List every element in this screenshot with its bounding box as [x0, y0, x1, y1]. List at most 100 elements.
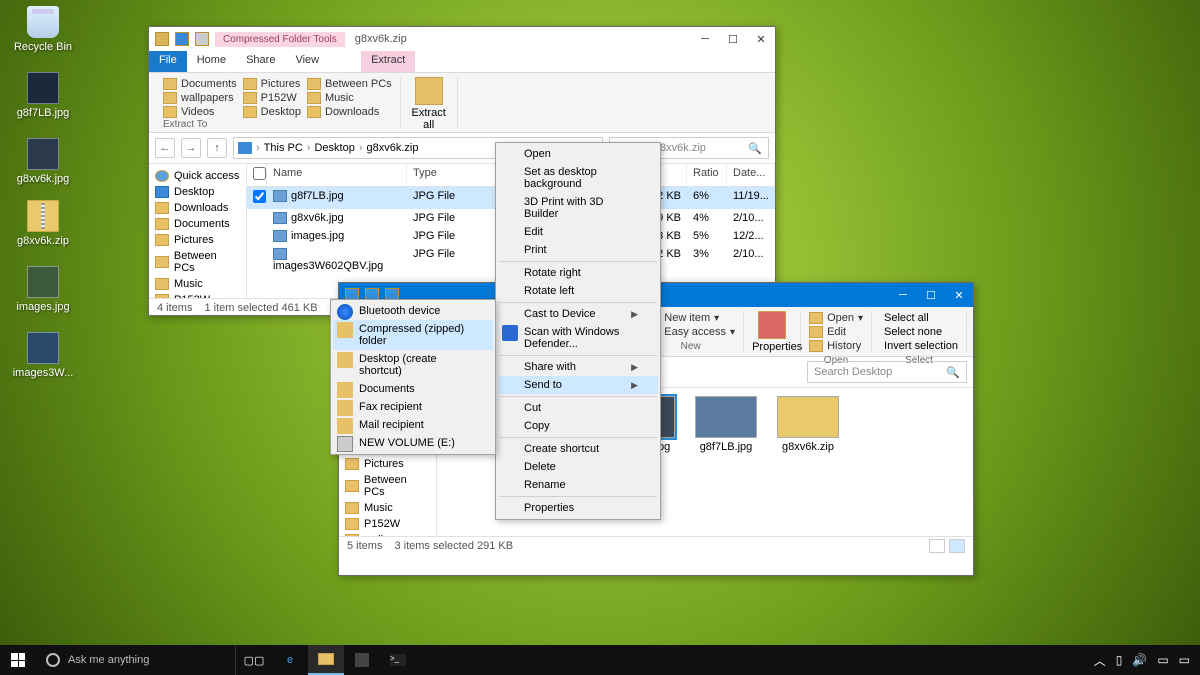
maximize-button[interactable]: ☐: [917, 283, 945, 307]
menu-item[interactable]: Edit: [498, 223, 658, 241]
menu-item[interactable]: Bluetooth device: [333, 302, 493, 320]
nav-item[interactable]: Between PCs: [339, 472, 436, 500]
desktop-icon[interactable]: Recycle Bin: [8, 6, 78, 53]
grid-item[interactable]: g8f7LB.jpg: [691, 396, 761, 453]
menu-item[interactable]: Scan with Windows Defender...: [498, 323, 658, 353]
terminal-icon[interactable]: >_: [380, 645, 416, 675]
context-menu[interactable]: OpenSet as desktop background3D Print wi…: [495, 142, 661, 520]
tab-home[interactable]: Home: [187, 51, 236, 72]
extract-target[interactable]: Between PCs: [307, 77, 392, 91]
select-none-button[interactable]: Select none: [880, 325, 958, 339]
task-view-button[interactable]: ▢▢: [236, 645, 272, 675]
tab-view[interactable]: View: [285, 51, 329, 72]
input-icon[interactable]: ▭: [1157, 653, 1168, 667]
forward-button[interactable]: →: [181, 138, 201, 158]
extract-target[interactable]: Downloads: [307, 105, 392, 119]
network-icon[interactable]: ▯: [1116, 653, 1123, 667]
nav-item[interactable]: P152W: [339, 516, 436, 532]
menu-item[interactable]: Mail recipient: [333, 416, 493, 434]
history-button[interactable]: History: [809, 339, 863, 353]
extract-all-button[interactable]: Extract all: [409, 77, 449, 131]
system-tray[interactable]: ︿ ▯ 🔊 ▭ ▭: [1084, 652, 1200, 669]
menu-item[interactable]: Rotate left: [498, 282, 658, 300]
details-view-button[interactable]: [929, 539, 945, 553]
menu-item[interactable]: Properties: [498, 499, 658, 517]
menu-item[interactable]: Rename: [498, 476, 658, 494]
menu-item[interactable]: Set as desktop background: [498, 163, 658, 193]
maximize-button[interactable]: ☐: [719, 27, 747, 51]
invert-selection-button[interactable]: Invert selection: [880, 339, 958, 353]
menu-item[interactable]: Documents: [333, 380, 493, 398]
desktop-icon[interactable]: g8xv6k.zip: [8, 200, 78, 247]
nav-item[interactable]: Quick access: [149, 168, 246, 184]
extract-target[interactable]: P152W: [243, 91, 301, 105]
extract-target[interactable]: Music: [307, 91, 392, 105]
menu-item[interactable]: Delete: [498, 458, 658, 476]
extract-target[interactable]: wallpapers: [163, 91, 237, 105]
desktop-icon[interactable]: g8f7LB.jpg: [8, 72, 78, 119]
menu-item[interactable]: Print: [498, 241, 658, 259]
select-all-button[interactable]: Select all: [880, 311, 958, 325]
close-button[interactable]: ✕: [945, 283, 973, 307]
properties-button[interactable]: Properties: [752, 311, 792, 353]
cortana-search[interactable]: Ask me anything: [36, 645, 236, 675]
menu-item[interactable]: 3D Print with 3D Builder: [498, 193, 658, 223]
extract-target[interactable]: Pictures: [243, 77, 301, 91]
nav-item[interactable]: wallpapers: [339, 532, 436, 536]
tab-file[interactable]: File: [149, 51, 187, 72]
taskbar[interactable]: Ask me anything ▢▢ e >_ ︿ ▯ 🔊 ▭ ▭: [0, 645, 1200, 675]
search-icon: 🔍: [748, 142, 762, 155]
edit-button[interactable]: Edit: [809, 325, 863, 339]
nav-item[interactable]: Music: [149, 276, 246, 292]
menu-item[interactable]: Send to▶: [498, 376, 658, 394]
search-box[interactable]: Search Desktop🔍: [807, 361, 967, 383]
menu-item[interactable]: Rotate right: [498, 264, 658, 282]
start-button[interactable]: [0, 645, 36, 675]
grid-item[interactable]: g8xv6k.zip: [773, 396, 843, 453]
tab-extract[interactable]: Extract: [361, 51, 415, 72]
menu-item[interactable]: Cut: [498, 399, 658, 417]
nav-item[interactable]: Pictures: [339, 456, 436, 472]
extract-target[interactable]: Documents: [163, 77, 237, 91]
desktop-icon[interactable]: images3W...: [8, 332, 78, 379]
volume-icon[interactable]: 🔊: [1132, 653, 1147, 667]
nav-item[interactable]: Documents: [149, 216, 246, 232]
nav-item[interactable]: Between PCs: [149, 248, 246, 276]
extract-target[interactable]: Videos: [163, 105, 237, 119]
menu-item[interactable]: Share with▶: [498, 358, 658, 376]
extract-target[interactable]: Desktop: [243, 105, 301, 119]
desktop-icon[interactable]: g8xv6k.jpg: [8, 138, 78, 185]
select-all-checkbox[interactable]: [253, 167, 266, 180]
address-bar-row: ← → ↑ ›This PC ›Desktop ›g8xv6k.zip ⌄⟳ S…: [149, 133, 775, 164]
menu-item[interactable]: Copy: [498, 417, 658, 435]
notifications-icon[interactable]: ▭: [1179, 653, 1190, 667]
minimize-button[interactable]: ─: [691, 27, 719, 51]
tray-chevron-icon[interactable]: ︿: [1094, 652, 1106, 669]
nav-item[interactable]: P152W: [149, 292, 246, 298]
edge-icon[interactable]: e: [272, 645, 308, 675]
back-button[interactable]: ←: [155, 138, 175, 158]
nav-item[interactable]: Pictures: [149, 232, 246, 248]
nav-item[interactable]: Downloads: [149, 200, 246, 216]
store-icon[interactable]: [344, 645, 380, 675]
nav-pane[interactable]: Quick accessDesktopDownloadsDocumentsPic…: [149, 164, 247, 298]
context-submenu-sendto[interactable]: Bluetooth deviceCompressed (zipped) fold…: [330, 299, 496, 455]
menu-item[interactable]: Compressed (zipped) folder: [333, 320, 493, 350]
menu-item[interactable]: Fax recipient: [333, 398, 493, 416]
titlebar[interactable]: Compressed Folder Tools g8xv6k.zip ─ ☐ ✕: [149, 27, 775, 51]
menu-item[interactable]: NEW VOLUME (E:): [333, 434, 493, 452]
explorer-icon[interactable]: [308, 645, 344, 675]
menu-item[interactable]: Open: [498, 145, 658, 163]
close-button[interactable]: ✕: [747, 27, 775, 51]
nav-item[interactable]: Music: [339, 500, 436, 516]
up-button[interactable]: ↑: [207, 138, 227, 158]
icons-view-button[interactable]: [949, 539, 965, 553]
menu-item[interactable]: Create shortcut: [498, 440, 658, 458]
tab-share[interactable]: Share: [236, 51, 285, 72]
menu-item[interactable]: Desktop (create shortcut): [333, 350, 493, 380]
desktop-icon[interactable]: images.jpg: [8, 266, 78, 313]
nav-item[interactable]: Desktop: [149, 184, 246, 200]
menu-item[interactable]: Cast to Device▶: [498, 305, 658, 323]
open-button[interactable]: Open ▾: [809, 311, 863, 325]
minimize-button[interactable]: ─: [889, 283, 917, 307]
